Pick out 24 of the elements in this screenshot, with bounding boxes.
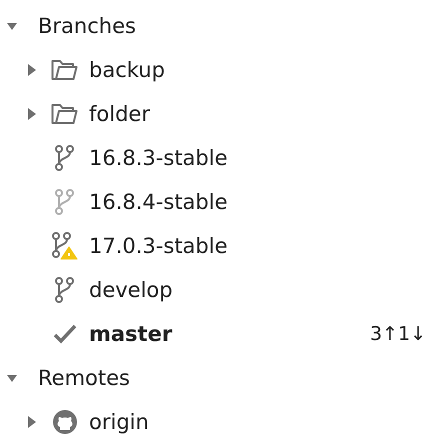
section-label[interactable]: Remotes — [38, 366, 130, 390]
expand-arrow-icon[interactable] — [26, 107, 38, 121]
branch-label[interactable]: 16.8.4-stable — [89, 190, 228, 214]
folder-icon — [51, 59, 78, 81]
branch-label[interactable]: master — [89, 322, 172, 346]
branch-icon — [54, 189, 74, 215]
sync-count: 3↑1↓ — [370, 323, 426, 345]
folder-icon — [51, 103, 78, 125]
branch-label[interactable]: origin — [89, 410, 149, 434]
checkmark-icon — [52, 324, 76, 344]
expand-arrow-icon[interactable] — [26, 415, 38, 429]
section-label[interactable]: Branches — [38, 14, 136, 38]
branch-label[interactable]: folder — [89, 102, 150, 126]
branch-label[interactable]: 16.8.3-stable — [89, 146, 228, 170]
branch-warning-icon — [52, 232, 78, 260]
expand-arrow-icon[interactable] — [26, 63, 38, 77]
expand-arrow-icon[interactable] — [6, 372, 18, 384]
branch-label[interactable]: 17.0.3-stable — [89, 234, 228, 258]
branch-label[interactable]: develop — [89, 278, 173, 302]
branch-label[interactable]: backup — [89, 58, 165, 82]
cat-logo-icon — [52, 409, 78, 435]
branch-icon — [54, 145, 74, 171]
expand-arrow-icon[interactable] — [6, 20, 18, 32]
branch-icon — [54, 277, 74, 303]
